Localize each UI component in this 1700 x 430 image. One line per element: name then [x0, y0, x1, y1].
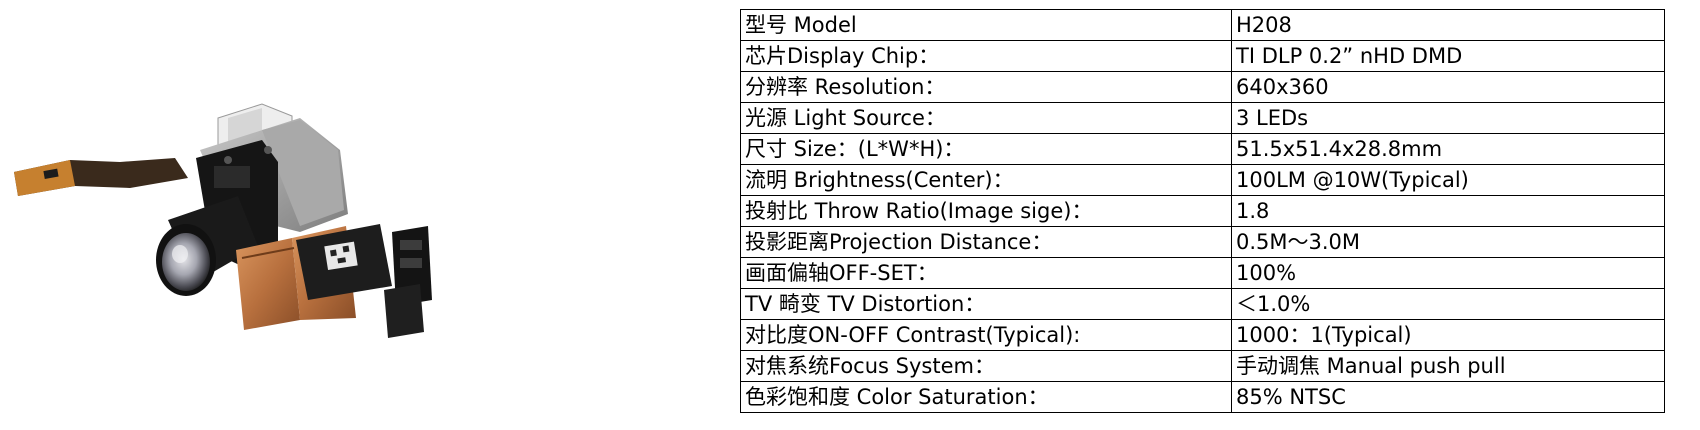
spec-row: 尺寸 Size：(L*W*H)： 51.5x51.4x28.8mm: [740, 133, 1665, 165]
spec-value: 100%: [1231, 257, 1665, 289]
spec-label: 型号 Model: [740, 9, 1232, 41]
spec-value: 640x360: [1231, 71, 1665, 103]
spec-row: 对焦系统Focus System： 手动调焦 Manual push pull: [740, 350, 1665, 382]
spec-label: TV 畸变 TV Distortion：: [740, 288, 1232, 320]
spec-row: 色彩饱和度 Color Saturation： 85% NTSC: [740, 381, 1665, 413]
spec-row: 投影距离Projection Distance： 0.5M～3.0M: [740, 226, 1665, 258]
spec-label: 投射比 Throw Ratio(Image sige)：: [740, 195, 1232, 227]
spec-row: 分辨率 Resolution： 640x360: [740, 71, 1665, 103]
spec-value: 3 LEDs: [1231, 102, 1665, 134]
spec-label: 投影距离Projection Distance：: [740, 226, 1232, 258]
spec-row: 投射比 Throw Ratio(Image sige)： 1.8: [740, 195, 1665, 227]
product-image: [14, 103, 432, 338]
spec-value: 1000：1(Typical): [1231, 319, 1665, 351]
spec-row: 芯片Display Chip： TI DLP 0.2” nHD DMD: [740, 40, 1665, 72]
spec-label: 芯片Display Chip：: [740, 40, 1232, 72]
spec-label: 对比度ON-OFF Contrast(Typical):: [740, 319, 1232, 351]
spec-label: 尺寸 Size：(L*W*H)：: [740, 133, 1232, 165]
spec-value: 51.5x51.4x28.8mm: [1231, 133, 1665, 165]
spec-row: 型号 Model H208: [740, 9, 1665, 41]
spec-label: 画面偏轴OFF-SET：: [740, 257, 1232, 289]
spec-row: 光源 Light Source： 3 LEDs: [740, 102, 1665, 134]
spec-table: 型号 Model H208 芯片Display Chip： TI DLP 0.2” n…: [740, 9, 1665, 413]
lens-glass: [162, 233, 210, 291]
spec-value: H208: [1231, 9, 1665, 41]
spec-value: ＜1.0%: [1231, 288, 1665, 320]
spec-row: TV 畸变 TV Distortion： ＜1.0%: [740, 288, 1665, 320]
spec-label: 色彩饱和度 Color Saturation：: [740, 381, 1232, 413]
spec-value: 手动调焦 Manual push pull: [1231, 350, 1665, 382]
spec-label: 光源 Light Source：: [740, 102, 1232, 134]
spec-row: 画面偏轴OFF-SET： 100%: [740, 257, 1665, 289]
spec-value: TI DLP 0.2” nHD DMD: [1231, 40, 1665, 72]
spec-value: 0.5M～3.0M: [1231, 226, 1665, 258]
spec-label: 流明 Brightness(Center)：: [740, 164, 1232, 196]
spec-value: 1.8: [1231, 195, 1665, 227]
heat-sink: [236, 238, 300, 330]
spec-label: 对焦系统Focus System：: [740, 350, 1232, 382]
spec-row: 流明 Brightness(Center)： 100LM @10W(Typical…: [740, 164, 1665, 196]
spec-label: 分辨率 Resolution：: [740, 71, 1232, 103]
spec-row: 对比度ON-OFF Contrast(Typical): 1000：1(Typic…: [740, 319, 1665, 351]
spec-value: 100LM @10W(Typical): [1231, 164, 1665, 196]
spec-value: 85% NTSC: [1231, 381, 1665, 413]
